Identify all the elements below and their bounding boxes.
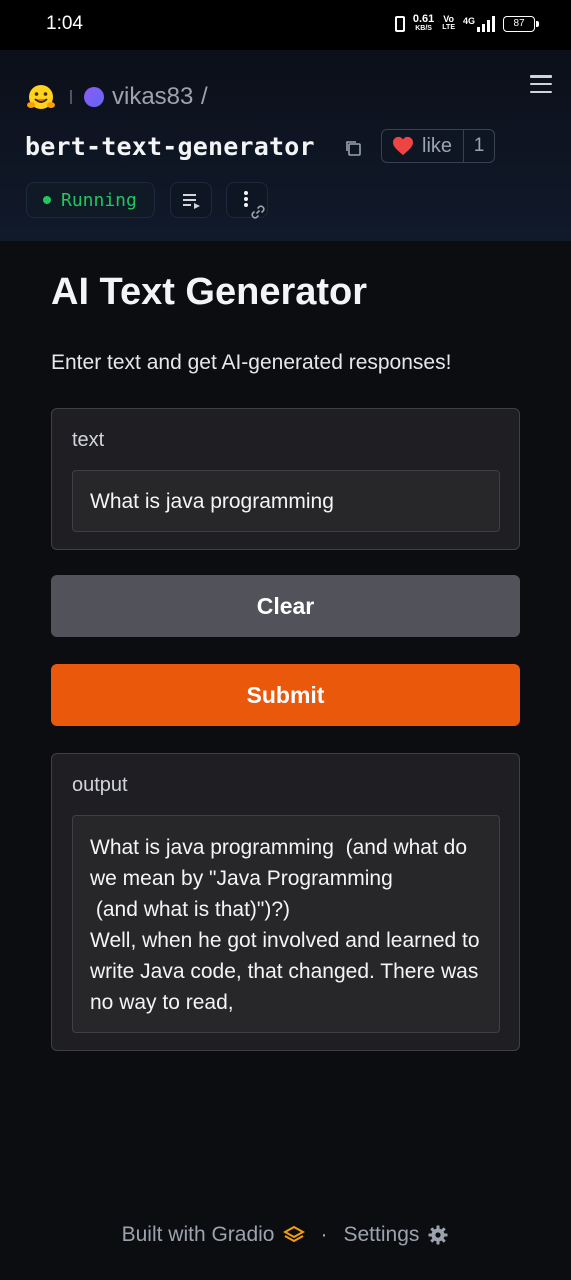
volte-top: Vo	[443, 14, 455, 24]
running-dot-icon	[43, 196, 51, 204]
signal-icon	[477, 15, 495, 32]
owner-name[interactable]: vikas83	[112, 83, 193, 111]
like-group: like 1	[381, 129, 495, 163]
status-label: Running	[61, 189, 137, 211]
submit-button[interactable]: Submit	[51, 664, 520, 726]
menu-icon[interactable]	[530, 75, 552, 93]
settings-link[interactable]: Settings	[344, 1223, 420, 1247]
output-label: output	[72, 774, 128, 796]
status-badge[interactable]: Running	[26, 182, 155, 218]
app-description: Enter text and get AI-generated response…	[51, 351, 452, 374]
net-speed-unit: KB/S	[415, 25, 432, 32]
gear-icon[interactable]	[427, 1224, 449, 1246]
playlist-icon	[183, 194, 200, 209]
like-count[interactable]: 1	[464, 135, 494, 157]
hugging-face-logo-icon[interactable]	[26, 83, 56, 113]
like-label: like	[422, 134, 453, 157]
page: 1:04 0.61 KB/S Vo LTE 4G 87 vikas83 / be…	[0, 0, 571, 1280]
volte-indicator: Vo LTE	[442, 15, 455, 32]
owner-avatar[interactable]	[84, 87, 104, 107]
vibrate-icon	[394, 15, 405, 32]
like-button[interactable]: like	[382, 130, 464, 162]
net-speed-value: 0.61	[412, 13, 435, 25]
cell-signal: 4G	[462, 15, 495, 32]
copy-icon[interactable]	[344, 139, 362, 157]
network-type: 4G	[462, 15, 475, 26]
status-time: 1:04	[46, 13, 83, 34]
text-input-block: text What is java programming	[51, 408, 520, 550]
playlist-button[interactable]	[170, 182, 212, 218]
battery-level: 87	[513, 17, 525, 29]
link-icon[interactable]	[248, 202, 268, 222]
heart-icon	[393, 136, 413, 156]
battery-icon: 87	[503, 15, 539, 32]
space-header: vikas83 / bert-text-generator like 1 Run…	[0, 50, 571, 242]
status-icons: 0.61 KB/S Vo LTE 4G 87	[394, 14, 539, 33]
input-label: text	[72, 429, 105, 451]
status-bar: 1:04 0.61 KB/S Vo LTE 4G 87	[0, 0, 571, 50]
header-divider	[70, 90, 72, 104]
output-textbox[interactable]: What is java programming (and what do we…	[72, 815, 500, 1033]
gradio-app: AI Text Generator Enter text and get AI-…	[0, 241, 571, 1280]
repo-name[interactable]: bert-text-generator	[25, 132, 315, 161]
clear-button[interactable]: Clear	[51, 575, 520, 637]
app-title: AI Text Generator	[51, 271, 368, 313]
gradio-logo-icon	[282, 1225, 305, 1243]
text-input[interactable]: What is java programming	[72, 470, 500, 532]
footer-separator: ·	[320, 1223, 328, 1246]
volte-bottom: LTE	[442, 24, 455, 31]
net-speed: 0.61 KB/S	[413, 14, 434, 33]
owner-slash: /	[201, 83, 208, 110]
output-block: output What is java programming (and wha…	[51, 753, 520, 1051]
footer: Built with Gradio · Settings	[0, 1223, 571, 1247]
built-with-link[interactable]: Built with Gradio	[122, 1223, 275, 1247]
